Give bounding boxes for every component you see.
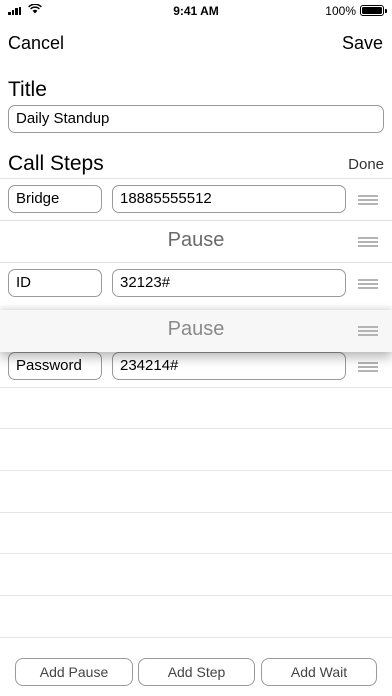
step-name-input[interactable]: ID	[8, 269, 102, 297]
call-steps-label: Call Steps	[8, 152, 104, 175]
table-separator	[0, 553, 392, 554]
table-separator	[0, 428, 392, 429]
add-wait-button[interactable]: Add Wait	[261, 658, 377, 686]
table-separator	[0, 512, 392, 513]
title-label: Title	[8, 78, 47, 101]
step-name-input[interactable]: Password	[8, 352, 102, 380]
pause-label: Pause	[167, 229, 225, 251]
step-value-input[interactable]: 234214#	[112, 352, 346, 380]
reorder-handle-icon[interactable]	[358, 195, 378, 205]
battery-percentage: 100%	[325, 4, 356, 18]
step-row: Bridge 18885555512	[0, 178, 392, 220]
add-step-button[interactable]: Add Step	[138, 658, 255, 686]
table-separator	[0, 595, 392, 596]
pause-row: Pause	[0, 220, 392, 262]
status-bar: 9:41 AM 100%	[0, 0, 392, 22]
reorder-handle-icon[interactable]	[358, 237, 378, 247]
step-name-input[interactable]: Bridge	[8, 185, 102, 213]
table-separator	[0, 470, 392, 471]
done-button[interactable]: Done	[348, 156, 384, 173]
title-input[interactable]: Daily Standup	[8, 105, 384, 133]
save-button[interactable]: Save	[342, 33, 383, 54]
step-row: ID 32123#	[0, 262, 392, 304]
step-value-input[interactable]: 18885555512	[112, 185, 346, 213]
table-separator	[0, 387, 392, 388]
cancel-button[interactable]: Cancel	[8, 33, 64, 54]
reorder-handle-icon[interactable]	[358, 326, 378, 336]
pause-row-dragging[interactable]: Pause	[0, 310, 392, 352]
add-pause-button[interactable]: Add Pause	[15, 658, 133, 686]
reorder-handle-icon[interactable]	[358, 362, 378, 372]
battery-icon	[360, 5, 387, 16]
reorder-handle-icon[interactable]	[358, 279, 378, 289]
pause-label: Pause	[167, 318, 225, 340]
step-value-input[interactable]: 32123#	[112, 269, 346, 297]
table-separator	[0, 637, 392, 638]
